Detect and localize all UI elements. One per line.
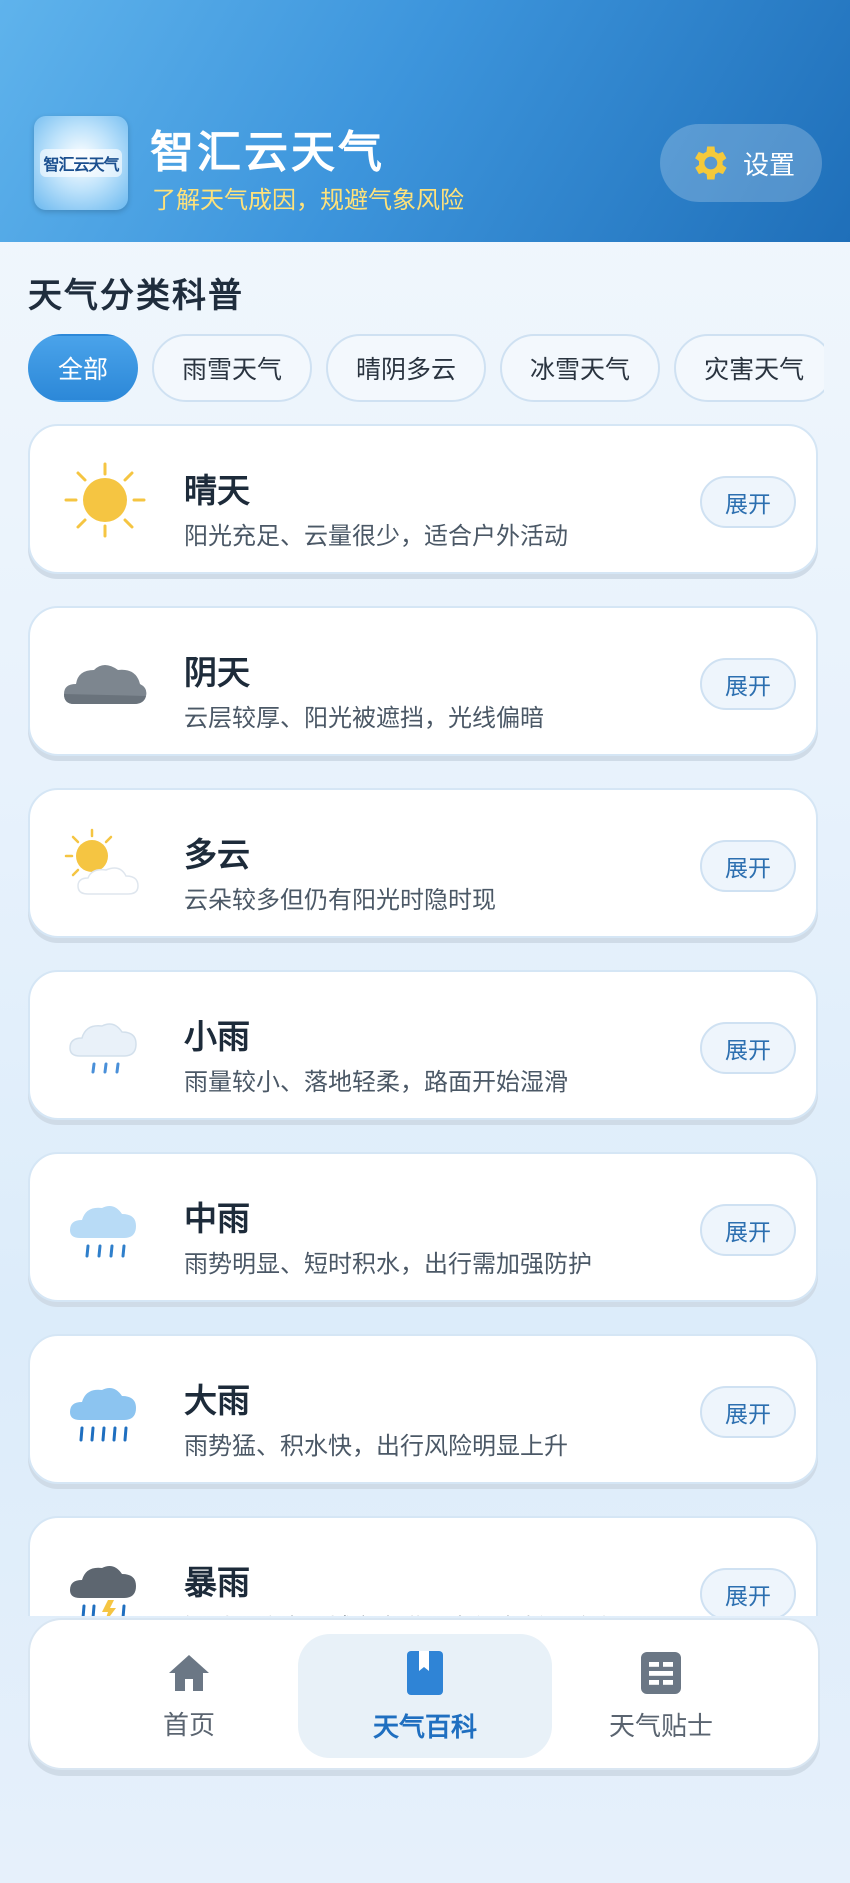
weather-desc: 雨势猛、积水快，出行风险明显上升 <box>184 1432 568 1460</box>
expand-button[interactable]: 展开 <box>700 1568 796 1616</box>
weather-name: 晴天 <box>184 471 250 510</box>
nav-home[interactable]: 首页 <box>62 1634 316 1758</box>
app-title: 智汇云天气 <box>150 127 385 178</box>
filter-chip-ice-snow[interactable]: 冰雪天气 <box>500 334 661 402</box>
tips-icon <box>641 1651 681 1694</box>
weather-card[interactable]: 大雨 雨势猛、积水快，出行风险明显上升 展开 <box>28 1334 818 1484</box>
nav-encyclopedia-label: 天气百科 <box>372 1712 477 1743</box>
settings-label: 设置 <box>742 150 795 181</box>
cloud-icon <box>64 665 147 704</box>
weather-desc: 雨势明显、短时积水，出行需加强防护 <box>184 1250 592 1278</box>
settings-button[interactable]: 设置 <box>660 124 822 202</box>
nav-tips-label: 天气贴士 <box>608 1711 713 1742</box>
weather-card[interactable]: 暴雨 短时强降水，城市内涝和出行中断风险高 展开 <box>28 1516 818 1616</box>
weather-desc: 阳光充足、云量很少，适合户外活动 <box>184 522 568 550</box>
weather-card-list: 晴天 阳光充足、云量很少，适合户外活动 展开 阴天 云层较厚、阳光被遮挡，光线偏… <box>28 424 820 1616</box>
filter-chip-sunny-cloudy[interactable]: 晴阴多云 <box>326 334 487 402</box>
weather-desc: 短时强降水，城市内涝和出行中断风险高 <box>184 1608 616 1616</box>
weather-card[interactable]: 晴天 阳光充足、云量很少，适合户外活动 展开 <box>28 424 818 574</box>
expand-button[interactable]: 展开 <box>700 1022 796 1074</box>
moderate-rain-icon <box>70 1206 136 1258</box>
weather-name: 多云 <box>184 835 250 874</box>
weather-card[interactable]: 多云 云朵较多但仍有阳光时隐时现 展开 <box>28 788 818 938</box>
storm-icon <box>70 1566 136 1616</box>
bottom-nav: 首页 天气百科 天气贴士 <box>28 1618 820 1770</box>
app-logo: 智汇云天气 <box>34 116 128 210</box>
weather-name: 中雨 <box>184 1199 250 1238</box>
weather-name: 阴天 <box>184 653 250 692</box>
expand-button[interactable]: 展开 <box>700 658 796 710</box>
filter-chips: 全部 雨雪天气 晴阴多云 冰雪天气 灾害天气 <box>28 334 824 404</box>
nav-encyclopedia[interactable]: 天气百科 <box>298 1634 552 1758</box>
weather-desc: 雨量较小、落地轻柔，路面开始湿滑 <box>184 1068 568 1096</box>
expand-button[interactable]: 展开 <box>700 840 796 892</box>
nav-home-label: 首页 <box>162 1710 215 1741</box>
expand-button[interactable]: 展开 <box>700 1204 796 1256</box>
heavy-rain-icon <box>70 1388 136 1442</box>
gear-icon <box>695 146 727 180</box>
weather-card[interactable]: 中雨 雨势明显、短时积水，出行需加强防护 展开 <box>28 1152 818 1302</box>
weather-desc: 云朵较多但仍有阳光时隐时现 <box>184 886 496 914</box>
filter-chip-rain-snow[interactable]: 雨雪天气 <box>152 334 313 402</box>
filter-chip-all[interactable]: 全部 <box>28 334 139 402</box>
filter-chip-disaster[interactable]: 灾害天气 <box>674 334 824 402</box>
home-icon <box>169 1654 209 1691</box>
sun-icon <box>64 462 146 538</box>
weather-card[interactable]: 小雨 雨量较小、落地轻柔，路面开始湿滑 展开 <box>28 970 818 1120</box>
weather-name: 大雨 <box>184 1381 250 1420</box>
nav-tips[interactable]: 天气贴士 <box>534 1634 788 1758</box>
expand-button[interactable]: 展开 <box>700 476 796 528</box>
app-subtitle: 了解天气成因，规避气象风险 <box>152 186 464 214</box>
section-title: 天气分类科普 <box>28 276 244 316</box>
weather-name: 暴雨 <box>184 1563 250 1602</box>
weather-desc: 云层较厚、阳光被遮挡，光线偏暗 <box>184 704 544 732</box>
partly-cloudy-icon <box>64 828 139 895</box>
logo-text: 智汇云天气 <box>40 149 122 177</box>
weather-card[interactable]: 阴天 云层较厚、阳光被遮挡，光线偏暗 展开 <box>28 606 818 756</box>
expand-button[interactable]: 展开 <box>700 1386 796 1438</box>
book-icon <box>407 1650 443 1695</box>
light-rain-icon <box>69 1023 137 1074</box>
app-header: 智汇云天气 智汇云天气 了解天气成因，规避气象风险 设置 <box>0 0 850 242</box>
weather-name: 小雨 <box>184 1017 250 1056</box>
